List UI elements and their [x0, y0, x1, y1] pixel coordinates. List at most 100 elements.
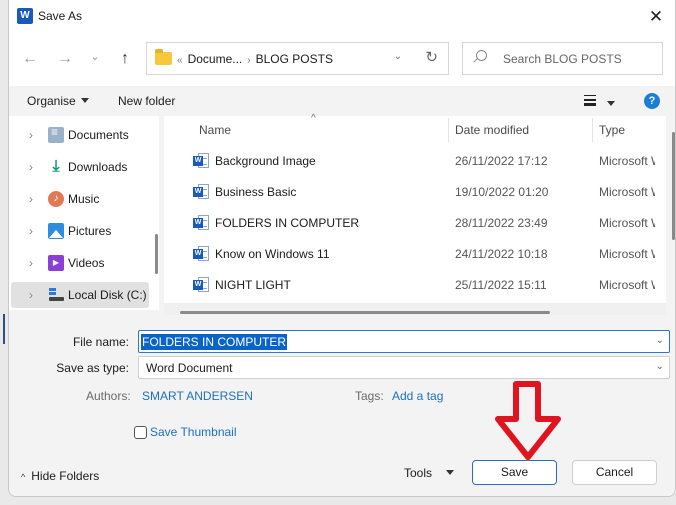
organise-button[interactable]: Organise [27, 94, 89, 108]
documents-icon [48, 125, 64, 143]
column-header-type[interactable]: Type [599, 123, 625, 137]
view-options-icon[interactable] [584, 95, 596, 106]
file-name: NIGHT LIGHT [215, 278, 291, 292]
overflow-icon[interactable]: « [177, 55, 183, 66]
sort-ascending-icon: ^ [311, 113, 316, 124]
authors-label: Authors: [86, 389, 131, 403]
sidebar-item-local-disk[interactable]: › Local Disk (C:) [11, 282, 149, 308]
chevron-up-icon: ^ [21, 472, 26, 482]
file-row[interactable]: W Background Image 26/11/2022 17:12 Micr… [164, 146, 666, 177]
address-dropdown-icon[interactable]: ⌄ [394, 51, 402, 62]
sidebar-item-downloads[interactable]: › ⤓ Downloads [11, 154, 149, 180]
word-icon: W [17, 8, 33, 24]
organise-label: Organise [27, 94, 76, 108]
file-row[interactable]: W FOLDERS IN COMPUTER 28/11/2022 23:49 M… [164, 208, 666, 239]
chevron-right-icon[interactable]: › [29, 160, 33, 174]
horizontal-scroll-thumb[interactable] [180, 311, 550, 314]
file-date: 24/11/2022 10:18 [455, 247, 548, 261]
breadcrumb-documents[interactable]: Docume... [188, 52, 243, 66]
breadcrumb: « Docume... › BLOG POSTS [177, 52, 333, 66]
authors-value[interactable]: SMART ANDERSEN [142, 389, 253, 403]
chevron-down-icon[interactable]: ⌄ [656, 335, 664, 346]
window-title: Save As [38, 9, 83, 23]
cancel-button[interactable]: Cancel [572, 460, 657, 485]
column-divider[interactable] [448, 118, 449, 142]
caret-down-icon [446, 470, 455, 475]
file-date: 28/11/2022 23:49 [455, 216, 548, 230]
back-button[interactable]: ← [18, 47, 42, 71]
dialog-footer: ^ Hide Folders Tools Save Cancel [9, 452, 675, 496]
file-list: ^ Name Date modified Type W Background I… [164, 113, 666, 310]
downloads-icon: ⤓ [52, 158, 60, 175]
file-list-horizontal-scrollbar[interactable] [164, 303, 666, 315]
file-row[interactable]: W NIGHT LIGHT 25/11/2022 15:11 Microsoft… [164, 270, 666, 301]
file-name: FOLDERS IN COMPUTER [215, 216, 360, 230]
sidebar-item-videos[interactable]: › ▶ Videos [11, 250, 149, 276]
file-name: Business Basic [215, 185, 297, 199]
file-row[interactable]: W Know on Windows 11 24/11/2022 10:18 Mi… [164, 239, 666, 270]
breadcrumb-blog-posts[interactable]: BLOG POSTS [256, 52, 333, 66]
new-folder-button[interactable]: New folder [118, 94, 175, 108]
word-document-icon: W [193, 153, 209, 169]
sidebar-item-label: Local Disk (C:) [68, 288, 147, 302]
chevron-right-icon[interactable]: › [247, 55, 250, 66]
chevron-right-icon[interactable]: › [29, 224, 33, 238]
view-dropdown-button[interactable] [607, 97, 615, 111]
save-thumbnail-checkbox[interactable] [134, 426, 147, 439]
word-document-icon: W [193, 184, 209, 200]
file-type: Microsoft Word Document [599, 185, 655, 199]
forward-button[interactable]: → [53, 47, 77, 71]
chevron-right-icon[interactable]: › [29, 192, 33, 206]
close-button[interactable]: ✕ [641, 3, 671, 31]
save-as-type-select[interactable]: Word Document ⌄ [138, 356, 670, 379]
sidebar-item-label: Downloads [68, 160, 128, 174]
file-list-vertical-scrollbar[interactable] [672, 132, 675, 240]
sidebar-item-label: Videos [68, 256, 105, 270]
navigation-bar: ← → ⌄ ↑ « Docume... › BLOG POSTS ⌄ ↻ Search… [9, 34, 675, 86]
pictures-icon [48, 223, 64, 239]
chevron-right-icon[interactable]: › [29, 128, 33, 142]
column-header-name[interactable]: Name [199, 123, 231, 137]
file-name: Know on Windows 11 [215, 247, 330, 261]
sidebar-item-music[interactable]: › ♪ Music [11, 186, 149, 212]
recent-locations-button[interactable]: ⌄ [83, 45, 107, 69]
help-button[interactable]: ? [644, 93, 660, 109]
column-header-date-modified[interactable]: Date modified [455, 123, 529, 137]
file-date: 26/11/2022 17:12 [455, 154, 548, 168]
add-tag-link[interactable]: Add a tag [392, 389, 443, 403]
chevron-right-icon[interactable]: › [29, 256, 33, 270]
hide-folders-button[interactable]: ^ Hide Folders [21, 469, 99, 483]
column-divider[interactable] [592, 118, 593, 142]
save-thumbnail-label[interactable]: Save Thumbnail [150, 425, 237, 439]
word-document-icon: W [193, 215, 209, 231]
folder-icon [155, 49, 172, 65]
word-document-icon: W [193, 246, 209, 262]
caret-down-icon [607, 101, 615, 106]
word-document-icon: W [193, 277, 209, 293]
file-type: Microsoft Word Document [599, 247, 655, 261]
file-date: 25/11/2022 15:11 [455, 278, 547, 292]
file-row[interactable]: W Business Basic 19/10/2022 01:20 Micros… [164, 177, 666, 208]
sidebar-item-pictures[interactable]: › Pictures [11, 218, 149, 244]
chevron-right-icon[interactable]: › [29, 288, 33, 302]
file-name-input[interactable]: FOLDERS IN COMPUTER ⌄ [138, 330, 670, 353]
tools-button[interactable]: Tools [404, 466, 455, 480]
refresh-icon[interactable]: ↻ [425, 48, 438, 66]
sidebar-item-label: Documents [68, 128, 129, 142]
music-icon: ♪ [48, 191, 64, 207]
chevron-down-icon[interactable]: ⌄ [656, 361, 664, 372]
file-type: Microsoft Word Document [599, 216, 655, 230]
sidebar-item-label: Music [68, 192, 100, 206]
save-button[interactable]: Save [472, 460, 557, 485]
sidebar-item-documents[interactable]: › Documents [11, 122, 149, 148]
file-type: Microsoft Word Document [599, 278, 655, 292]
address-bar[interactable]: « Docume... › BLOG POSTS ⌄ ↻ [146, 42, 449, 75]
command-bar: Organise New folder ? [9, 86, 675, 116]
search-input[interactable]: Search BLOG POSTS [462, 42, 663, 75]
save-as-dialog: W Save As ✕ ← → ⌄ ↑ « Docume... › BLOG POST… [8, 0, 676, 497]
search-placeholder: Search BLOG POSTS [503, 52, 622, 66]
local-disk-icon [48, 287, 64, 303]
up-button[interactable]: ↑ [113, 47, 137, 71]
save-as-type-value: Word Document [146, 361, 233, 375]
sidebar-scrollbar[interactable] [155, 234, 158, 274]
